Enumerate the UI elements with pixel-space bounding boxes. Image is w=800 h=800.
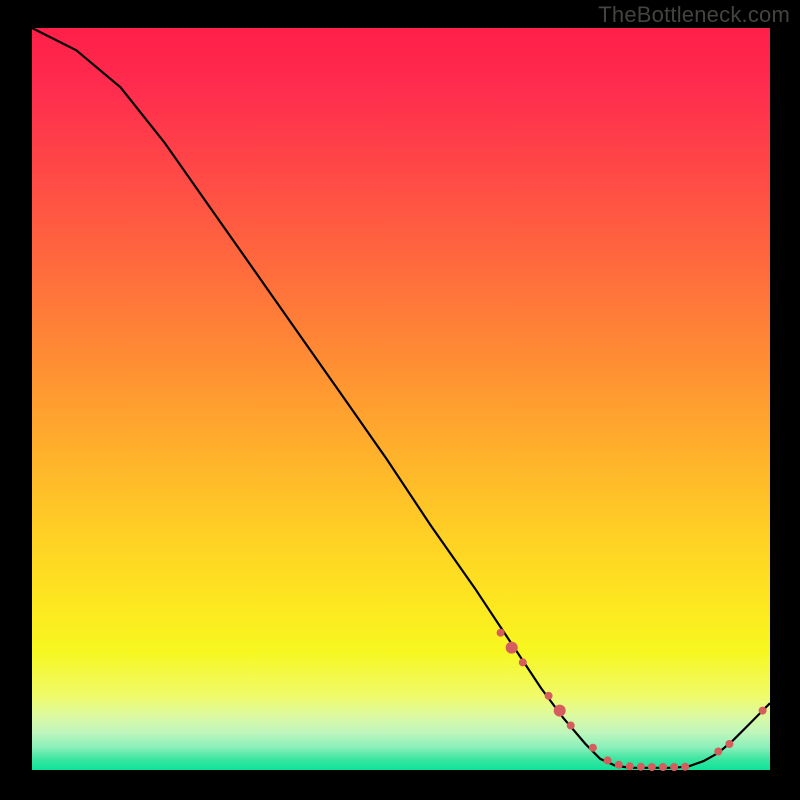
data-markers [497, 629, 767, 771]
data-marker [545, 692, 553, 700]
data-marker [497, 629, 505, 637]
plot-area [32, 28, 770, 770]
bottleneck-curve [32, 28, 770, 768]
data-marker [567, 722, 575, 730]
data-marker [759, 707, 767, 715]
data-marker [589, 744, 597, 752]
chart-svg [32, 28, 770, 770]
data-marker [519, 658, 527, 666]
data-marker [604, 756, 612, 764]
data-marker [659, 763, 667, 771]
data-marker [725, 740, 733, 748]
data-marker [554, 705, 566, 717]
data-marker [681, 763, 689, 771]
data-marker [648, 763, 656, 771]
data-marker [670, 763, 678, 771]
data-marker [626, 762, 634, 770]
watermark-text: TheBottleneck.com [598, 2, 790, 28]
data-marker [506, 642, 518, 654]
chart-frame: TheBottleneck.com [0, 0, 800, 800]
data-marker [615, 761, 623, 769]
data-marker [637, 763, 645, 771]
data-marker [714, 748, 722, 756]
